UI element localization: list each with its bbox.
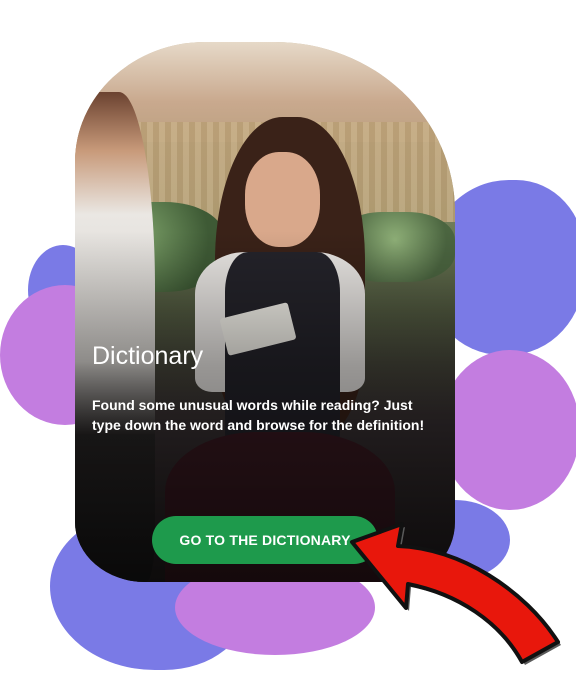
red-arrow-icon [350, 522, 561, 665]
card-title: Dictionary [92, 342, 204, 370]
dictionary-card: Dictionary Found some unusual words whil… [75, 42, 455, 582]
decorative-blob-purple [440, 350, 576, 510]
card-description: Found some unusual words while reading? … [92, 397, 425, 433]
